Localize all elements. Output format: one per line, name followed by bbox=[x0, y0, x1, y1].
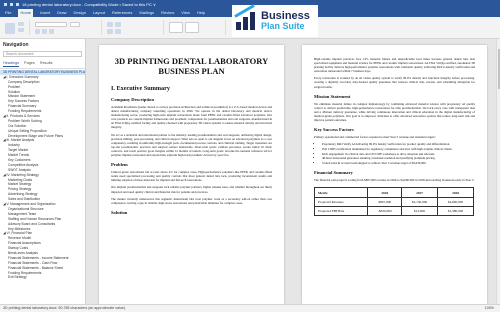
numbering-icon[interactable] bbox=[115, 22, 121, 27]
nav-heading-list: 3D PRINTING DENTAL LABORATORY BUSINESS P… bbox=[0, 69, 85, 280]
nav-tab-results[interactable]: Results bbox=[40, 60, 53, 67]
bar-chart-logo-icon bbox=[234, 4, 257, 32]
heading-problem: Problem bbox=[111, 162, 128, 168]
zoom-level[interactable]: 100% bbox=[485, 305, 494, 312]
tab-layout[interactable]: Layout bbox=[93, 9, 105, 17]
tab-insert[interactable]: Insert bbox=[40, 9, 50, 17]
italic-icon[interactable] bbox=[42, 29, 47, 34]
document-page-1: 3D PRINTING DENTAL LABORATORY BUSINESS P… bbox=[99, 45, 284, 304]
status-text: 3D printing dental laboratory.docx: 50,7… bbox=[3, 306, 126, 310]
paragraph: The market currently underserves this se… bbox=[111, 196, 272, 205]
heading-company-description: Company Description bbox=[111, 97, 155, 102]
document-area: 3D PRINTING DENTAL LABORATORY BUSINESS P… bbox=[87, 39, 500, 304]
align-center-icon[interactable] bbox=[115, 29, 121, 34]
document-title: 3D PRINTING DENTAL LABORATORY BUSINESS P… bbox=[114, 56, 269, 76]
align-left-icon[interactable] bbox=[107, 29, 113, 34]
success-factors-list: Proprietary PAD Verify AI delivering 99.… bbox=[314, 142, 475, 165]
tab-review[interactable]: Review bbox=[161, 9, 174, 17]
list-item: Proprietary PAD Verify AI delivering 99.… bbox=[322, 142, 475, 146]
heading-key-success-factors: Key Success Factors bbox=[314, 127, 354, 133]
paragraph: We eliminate material failure in complex… bbox=[314, 101, 475, 123]
font-group bbox=[32, 20, 102, 35]
paragraph-group bbox=[104, 20, 164, 35]
clipboard-group bbox=[2, 20, 30, 35]
paragraph: Primary operational and commercial facto… bbox=[314, 135, 436, 140]
nav-tab-headings[interactable]: Headings bbox=[3, 60, 20, 67]
navigation-pane: Navigation Search document Headings Page… bbox=[0, 39, 86, 304]
tab-file[interactable]: File bbox=[5, 9, 11, 17]
paragraph: Clinical-grade restorations fail at rate… bbox=[111, 170, 272, 183]
heading-mission-statement: Mission Statement bbox=[314, 93, 351, 99]
tab-design[interactable]: Design bbox=[73, 9, 85, 17]
tab-references[interactable]: References bbox=[112, 9, 132, 17]
table-cell: $2,150,000 bbox=[401, 196, 439, 208]
paragraph: The financial plan projects scaling from… bbox=[314, 178, 475, 183]
styles-group bbox=[166, 20, 226, 35]
table-header-cell: 2026 bbox=[367, 187, 403, 198]
table-header-cell: Metric bbox=[313, 187, 369, 198]
nav-search-input[interactable]: Search document bbox=[3, 51, 82, 57]
heading-solution: Solution bbox=[111, 209, 128, 215]
document-page-2: High-volume implant practices face 14% m… bbox=[302, 45, 487, 304]
table-header-cell: 2028 bbox=[437, 187, 474, 198]
style-normal[interactable] bbox=[169, 22, 183, 33]
tab-mailings[interactable]: Mailings bbox=[139, 9, 154, 17]
tab-home[interactable]: Home bbox=[18, 9, 34, 17]
paragraph: High-volume implant practices face 14% m… bbox=[314, 57, 475, 74]
navigation-title: Navigation bbox=[3, 42, 29, 48]
vertical-scrollbar[interactable] bbox=[496, 39, 500, 304]
table-cell: $807,000 bbox=[367, 196, 403, 208]
logo-line-2: Plan Suite bbox=[261, 21, 305, 31]
heading-financial-summary: Financial Summary bbox=[314, 170, 353, 176]
undo-icon[interactable] bbox=[16, 3, 19, 6]
save-icon[interactable] bbox=[10, 3, 13, 6]
section-heading-executive-summary: I. Executive Summary bbox=[111, 85, 170, 92]
bullets-icon[interactable] bbox=[107, 22, 113, 27]
list-item: ISO 13485 certification maintained for r… bbox=[322, 147, 475, 151]
cut-icon[interactable] bbox=[18, 22, 24, 26]
underline-icon[interactable] bbox=[49, 29, 54, 34]
font-size-select[interactable] bbox=[70, 22, 80, 27]
table-cell: Projected Revenue bbox=[313, 196, 369, 208]
paragraph: We act as a technical and educational pa… bbox=[111, 132, 272, 158]
table-header-cell: 2027 bbox=[401, 187, 439, 198]
table-cell: $12,000 bbox=[401, 206, 439, 217]
tab-help[interactable]: Help bbox=[197, 9, 205, 17]
table-header-row: Metric 2026 2027 2028 bbox=[313, 187, 474, 198]
nav-tabs: Headings Pages Results bbox=[0, 59, 85, 69]
window-title: 18 printing dental laboratory.docx - Com… bbox=[22, 2, 156, 7]
table-cell: -$630,000 bbox=[367, 206, 403, 217]
status-bar: 3D printing dental laboratory.docx: 50,7… bbox=[0, 304, 500, 312]
table-cell: Projected EBITDA bbox=[313, 206, 369, 217]
bold-icon[interactable] bbox=[35, 29, 40, 34]
tab-view[interactable]: View bbox=[181, 9, 190, 17]
table-row: Projected EBITDA -$630,000 $12,000 $1,38… bbox=[313, 206, 474, 217]
table-row: Projected Revenue $807,000 $2,150,000 $4… bbox=[313, 196, 474, 208]
tab-draw[interactable]: Draw bbox=[57, 9, 66, 17]
nav-heading-item[interactable]: Exit Strategy bbox=[0, 275, 85, 280]
list-item: Scaled sales & account team aligned to a… bbox=[322, 161, 475, 165]
style-heading1[interactable] bbox=[185, 22, 199, 33]
financial-summary-table: Metric 2026 2027 2028 Projected Revenue … bbox=[313, 187, 474, 217]
paragraph: AcuMesh Prosthetics (name chosen to conv… bbox=[111, 105, 272, 130]
nav-tab-pages[interactable]: Pages bbox=[24, 60, 35, 67]
paragraph: Our implant prosthodontists and surgeons… bbox=[111, 185, 272, 194]
business-plan-suite-logo: Business Plan Suite bbox=[232, 4, 318, 37]
table-cell: $4,690,000 bbox=[437, 196, 474, 208]
table-cell: $1,380,000 bbox=[437, 206, 474, 217]
list-item: KOL engagement via clinical data and CE/… bbox=[322, 152, 475, 156]
copy-icon[interactable] bbox=[18, 28, 24, 32]
autosave-icon[interactable] bbox=[4, 3, 7, 6]
font-family-select[interactable] bbox=[35, 22, 67, 27]
list-item: 48-hour turnaround guarantee ensuring co… bbox=[322, 156, 475, 160]
paste-icon[interactable] bbox=[5, 23, 15, 34]
paragraph: Every restoration is scanned by an AI vi… bbox=[314, 76, 475, 89]
